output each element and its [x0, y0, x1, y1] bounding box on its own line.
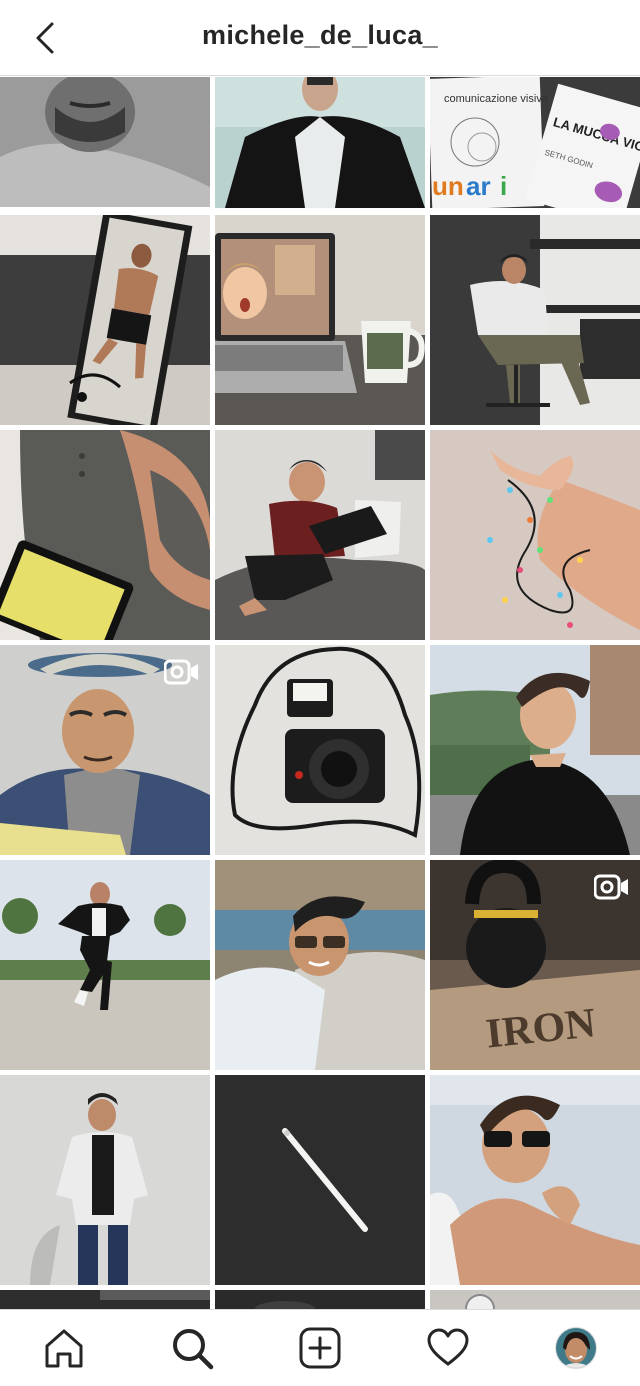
post-photo — [0, 1290, 210, 1309]
post-tile[interactable] — [0, 1290, 210, 1309]
nav-home-button[interactable] — [40, 1324, 88, 1372]
svg-text:ar: ar — [466, 171, 491, 201]
profile-username-title: michele_de_luca_ — [202, 20, 438, 50]
post-photo — [430, 215, 640, 425]
avatar-image — [556, 1328, 596, 1368]
post-photo — [430, 1075, 640, 1285]
post-tile[interactable] — [215, 645, 425, 855]
video-icon — [164, 659, 198, 685]
post-photo — [215, 1290, 425, 1309]
post-photo — [0, 1075, 210, 1285]
instagram-profile-grid-screen: michele_de_luca_ comunicazione visiva un… — [0, 0, 640, 1386]
post-photo — [215, 215, 425, 425]
post-photo — [430, 1290, 640, 1309]
post-photo — [215, 430, 425, 640]
nav-activity-button[interactable] — [424, 1324, 472, 1372]
post-photo — [0, 77, 210, 207]
profile-avatar — [555, 1327, 597, 1369]
post-tile[interactable] — [0, 215, 210, 425]
post-photo — [215, 645, 425, 855]
post-tile[interactable] — [430, 430, 640, 640]
post-tile[interactable] — [215, 1075, 425, 1285]
post-tile[interactable] — [430, 215, 640, 425]
post-tile[interactable] — [430, 645, 640, 855]
svg-text:un: un — [432, 171, 464, 201]
post-tile[interactable] — [215, 1290, 425, 1309]
post-photo — [0, 860, 210, 1070]
post-tile[interactable] — [215, 77, 425, 208]
post-tile[interactable] — [430, 1075, 640, 1285]
nav-profile-button[interactable] — [552, 1324, 600, 1372]
post-tile[interactable] — [0, 860, 210, 1070]
post-tile[interactable] — [215, 215, 425, 425]
post-tile[interactable]: IRON — [430, 860, 640, 1070]
post-photo — [430, 430, 640, 640]
post-photo — [0, 430, 210, 640]
posts-grid: comunicazione visiva un ar i LA MUCCA VI… — [0, 77, 640, 1309]
post-photo — [215, 1075, 425, 1285]
post-photo — [215, 77, 425, 208]
post-tile[interactable] — [0, 645, 210, 855]
home-icon — [45, 1329, 83, 1368]
book-title-text: comunicazione visiva — [444, 93, 549, 105]
bottom-navigation-bar — [0, 1309, 640, 1386]
post-photo — [215, 860, 425, 1070]
top-bar: michele_de_luca_ — [0, 0, 640, 76]
new-post-icon — [299, 1327, 341, 1369]
post-tile[interactable] — [430, 1290, 640, 1309]
nav-new-post-button[interactable] — [296, 1324, 344, 1372]
post-photo — [430, 645, 640, 855]
search-icon — [173, 1329, 214, 1370]
video-icon — [594, 874, 628, 900]
heart-icon — [427, 1328, 469, 1366]
post-tile[interactable] — [215, 860, 425, 1070]
nav-search-button[interactable] — [168, 1324, 216, 1372]
post-tile[interactable] — [0, 1075, 210, 1285]
post-photo — [0, 215, 210, 425]
post-tile[interactable] — [0, 430, 210, 640]
post-tile[interactable]: comunicazione visiva un ar i LA MUCCA VI… — [430, 77, 640, 208]
post-tile[interactable] — [215, 430, 425, 640]
post-photo: comunicazione visiva un ar i LA MUCCA VI… — [430, 77, 640, 208]
svg-text:i: i — [500, 171, 507, 201]
